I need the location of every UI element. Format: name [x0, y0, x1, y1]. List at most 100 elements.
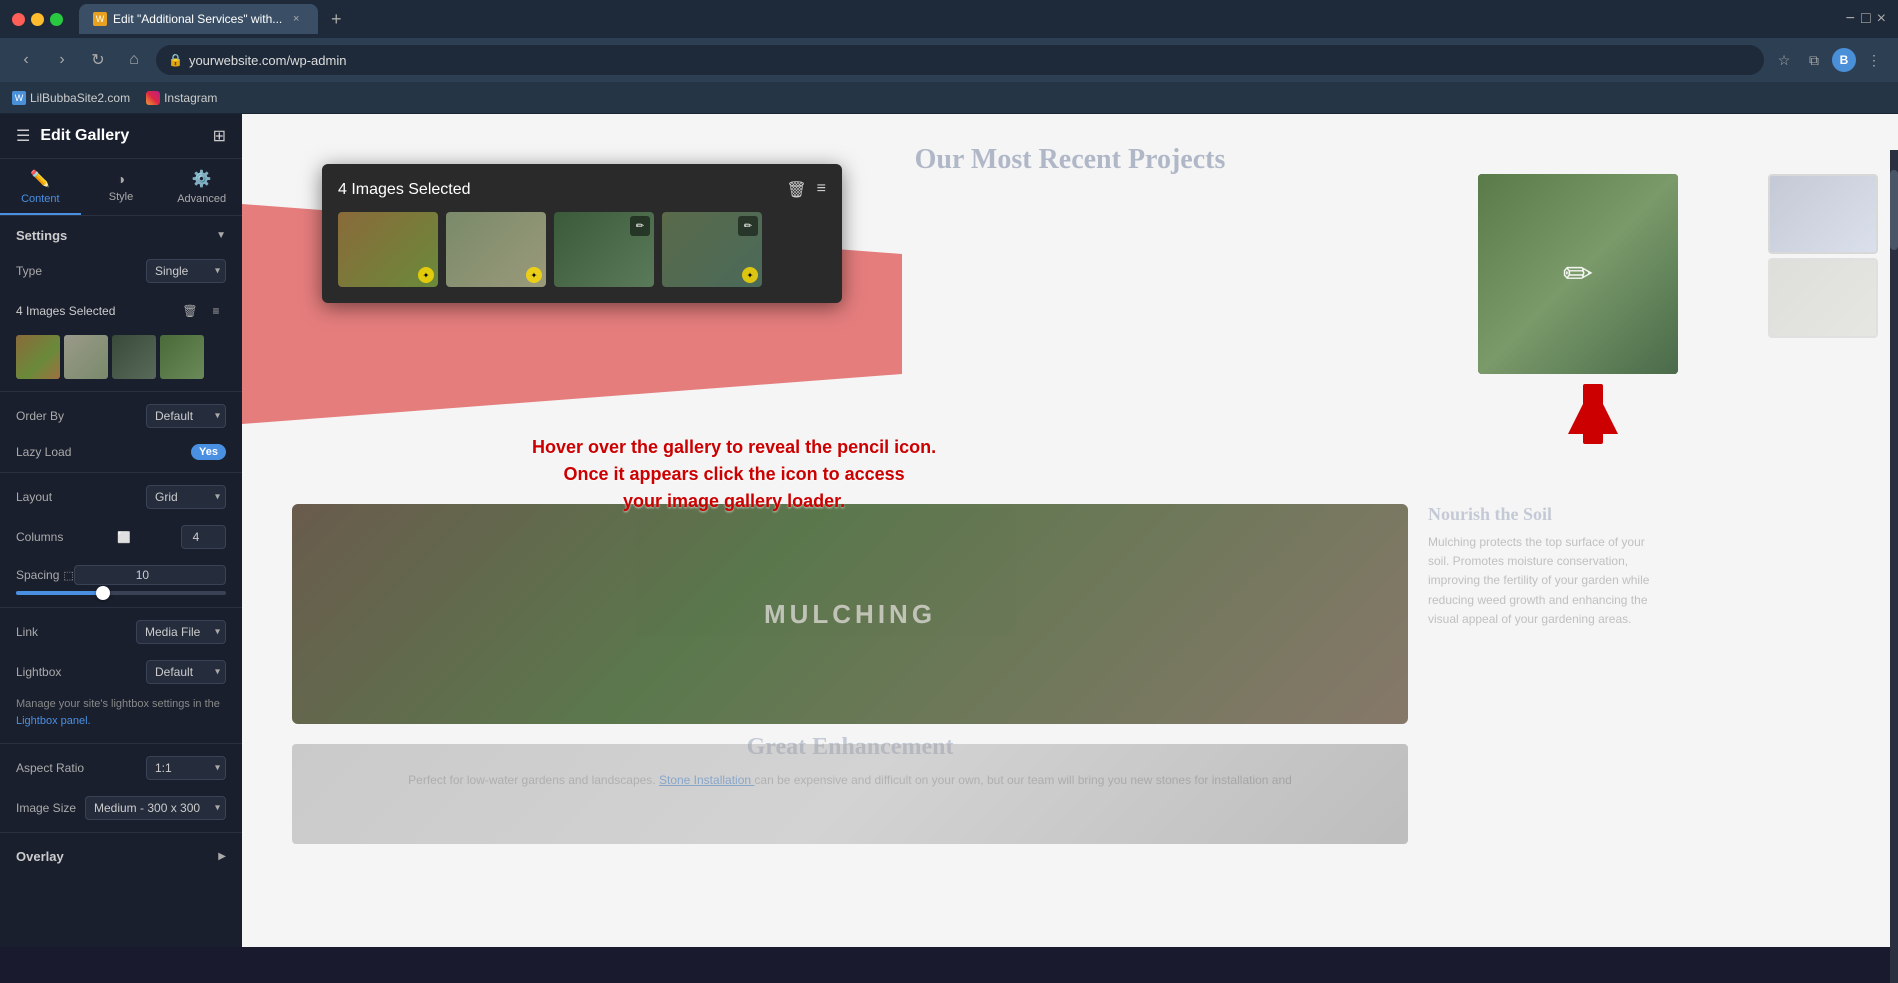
spacing-value-input[interactable] [74, 565, 226, 585]
annotation-line2: Once it appears click the icon to access [563, 464, 904, 484]
tab-close-button[interactable]: × [288, 11, 304, 27]
delete-images-icon[interactable]: 🗑 [180, 301, 200, 321]
maximize-traffic-light[interactable] [50, 13, 63, 26]
thumbnail-4[interactable] [160, 335, 204, 379]
spacing-slider-thumb[interactable] [96, 586, 110, 600]
address-bar[interactable]: 🔒 yourwebsite.com/wp-admin [156, 45, 1764, 75]
right-thumb-2 [1768, 258, 1878, 338]
tab-style[interactable]: ◑ Style [81, 159, 162, 215]
browser-actions: ☆ ⧉ B ⋮ [1772, 48, 1886, 72]
link-select-wrapper: Media File [136, 620, 226, 644]
popup-thumb-1[interactable]: ✦ [338, 212, 438, 287]
type-field-row: Type Single [0, 251, 242, 291]
tab-content-label: Content [21, 193, 60, 205]
images-selected-label: 4 Images Selected [16, 304, 115, 318]
thumbnail-3[interactable] [112, 335, 156, 379]
popup-thumb-2[interactable]: ✦ [446, 212, 546, 287]
content-tab-icon: ✏️ [30, 169, 50, 189]
extension-icon[interactable]: ⋮ [1862, 48, 1886, 72]
tab-style-label: Style [109, 191, 133, 203]
right-thumbs [1768, 174, 1878, 338]
sidebar-tabs: ✏️ Content ◑ Style ⚙️ Advanced [0, 159, 242, 216]
lightbox-select[interactable]: Default [146, 660, 226, 684]
divider-3 [0, 607, 242, 608]
lazy-load-label: Lazy Load [16, 445, 71, 459]
mulching-section: MULCHING [292, 504, 1408, 724]
layout-select[interactable]: Grid [146, 485, 226, 509]
overlay-section-title: Overlay [16, 849, 64, 864]
spacing-slider-track[interactable] [16, 591, 226, 595]
red-arrow-container [1568, 384, 1618, 434]
divider-4 [0, 743, 242, 744]
profile-icon[interactable]: B [1832, 48, 1856, 72]
image-size-row: Image Size Medium - 300 x 300 [0, 788, 242, 828]
popup-thumb-4[interactable]: ✏ ✦ [662, 212, 762, 287]
active-tab[interactable]: W Edit "Additional Services" with... × [79, 4, 318, 34]
thumbnail-1[interactable] [16, 335, 60, 379]
right-thumb-1 [1768, 174, 1878, 254]
type-label: Type [16, 264, 42, 278]
popup-thumb-4-edit-icon[interactable]: ✏ [738, 216, 758, 236]
gallery-menu-icon[interactable]: ≡ [817, 180, 826, 200]
tab-content[interactable]: ✏️ Content [0, 159, 81, 215]
columns-input[interactable] [181, 525, 226, 549]
pencil-icon: ✏ [1563, 253, 1593, 294]
popup-thumb-3[interactable]: ✏ [554, 212, 654, 287]
forward-button[interactable]: › [48, 46, 76, 74]
spacing-slider-fill [16, 591, 100, 595]
image-size-select[interactable]: Medium - 300 x 300 [85, 796, 226, 820]
link-select[interactable]: Media File [136, 620, 226, 644]
sidebar-header: ☰ Edit Gallery ⊞ [0, 114, 242, 159]
back-button[interactable]: ‹ [12, 46, 40, 74]
bookmark-star-icon[interactable]: ☆ [1772, 48, 1796, 72]
tab-favicon: W [93, 12, 107, 26]
popup-thumb-3-edit-icon[interactable]: ✏ [630, 216, 650, 236]
restore-button[interactable]: □ [1861, 10, 1871, 28]
mulching-text-title: Nourish the Soil [1428, 504, 1668, 525]
divider-1 [0, 391, 242, 392]
settings-section-header[interactable]: Settings ▼ [0, 216, 242, 251]
bookmark-lilbubba[interactable]: W LilBubbaSite2.com [12, 91, 130, 105]
aspect-ratio-select-wrapper: 1:1 [146, 756, 226, 780]
aspect-ratio-select[interactable]: 1:1 [146, 756, 226, 780]
annotation-text: Hover over the gallery to reveal the pen… [532, 434, 936, 515]
new-tab-button[interactable]: + [322, 5, 350, 33]
scrollbar-thumb[interactable] [1890, 170, 1898, 250]
overlay-section-header[interactable]: Overlay ▶ [0, 837, 242, 872]
reload-button[interactable]: ↻ [84, 46, 112, 74]
bookmarks-bar: W LilBubbaSite2.com Instagram [0, 82, 1898, 114]
tab-advanced-label: Advanced [177, 193, 226, 205]
lightbox-select-wrapper: Default [146, 660, 226, 684]
images-selected-actions: 🗑 ≡ [180, 301, 226, 321]
type-select[interactable]: Single [146, 259, 226, 283]
image-size-select-wrapper: Medium - 300 x 300 [85, 796, 226, 820]
home-button[interactable]: ⌂ [120, 46, 148, 74]
type-select-wrapper: Single [146, 259, 226, 283]
bookmark-instagram[interactable]: Instagram [146, 91, 217, 105]
arrow-head-up [1568, 384, 1618, 434]
thumbnail-2[interactable] [64, 335, 108, 379]
minimize-button[interactable]: − [1846, 10, 1855, 28]
close-traffic-light[interactable] [12, 13, 25, 26]
settings-collapse-arrow: ▼ [216, 230, 226, 241]
edit-images-icon[interactable]: ≡ [206, 301, 226, 321]
close-button[interactable]: × [1877, 10, 1886, 28]
order-by-select[interactable]: Default [146, 404, 226, 428]
bottom-stone-image [292, 744, 1408, 844]
bookmark-favicon-instagram [146, 91, 160, 105]
spacing-icon: ⬚ [63, 569, 73, 582]
scrollbar-track[interactable] [1890, 150, 1898, 983]
order-by-label: Order By [16, 409, 64, 423]
hamburger-menu-icon[interactable]: ☰ [16, 126, 30, 146]
grid-icon[interactable]: ⊞ [213, 126, 226, 146]
minimize-traffic-light[interactable] [31, 13, 44, 26]
lightbox-panel-link[interactable]: Lightbox panel. [16, 715, 91, 727]
gallery-popup-actions: 🗑 ≡ [786, 180, 826, 200]
sidebar: ☰ Edit Gallery ⊞ ✏️ Content ◑ Style ⚙️ A… [0, 114, 242, 947]
tab-search-icon[interactable]: ⧉ [1802, 48, 1826, 72]
tab-advanced[interactable]: ⚙️ Advanced [161, 159, 242, 215]
spacing-row: Spacing ⬚ [0, 557, 242, 603]
gallery-delete-icon[interactable]: 🗑 [786, 180, 806, 200]
overlay-collapse-arrow: ▶ [218, 851, 226, 862]
lazy-load-row: Lazy Load Yes [0, 436, 242, 468]
